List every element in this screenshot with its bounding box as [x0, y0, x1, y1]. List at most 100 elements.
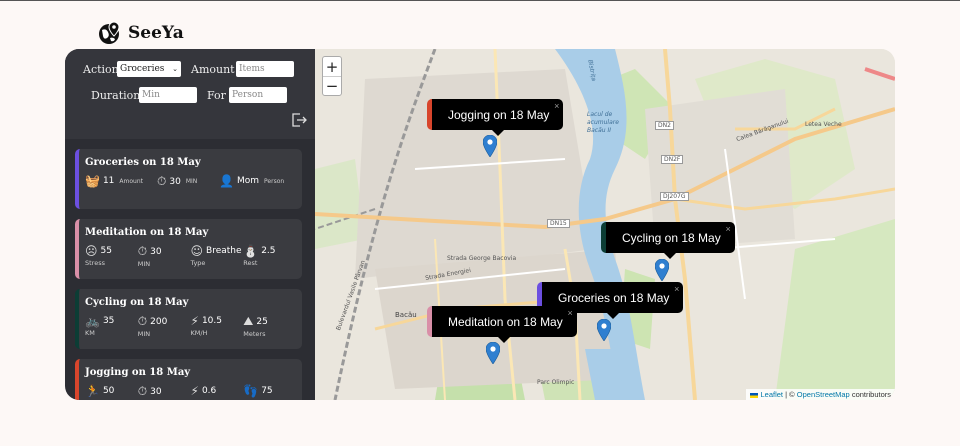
- duration-label: Duration: [91, 88, 141, 102]
- sidebar: Action Groceries ⌄ Amount Items Duration…: [65, 49, 315, 400]
- workout-stat: ⚡ 10.5 KM/H: [191, 314, 244, 338]
- stat-label: MIN: [137, 330, 151, 338]
- map-marker-groceries[interactable]: [597, 319, 611, 341]
- map-label-lake: Lacul de acumulare Bacău II: [587, 111, 619, 134]
- stat-unit: Amount: [119, 177, 143, 185]
- close-icon[interactable]: ×: [725, 224, 730, 234]
- workout-stat: 🚲 35 KM: [85, 314, 138, 338]
- attribution-tail: contributors: [851, 390, 891, 399]
- workout-stat: ⏱ 200 MIN: [138, 314, 191, 338]
- close-icon[interactable]: ×: [567, 308, 572, 318]
- stat-label: KM: [85, 329, 95, 337]
- action-select[interactable]: Groceries ⌄: [117, 61, 181, 77]
- map[interactable]: Lacul de acumulare Bacău II Bistrița DN2…: [315, 49, 895, 400]
- bolt-icon: ⚡: [190, 314, 199, 328]
- stat-label: MIN/KM: [191, 399, 244, 400]
- stat-value: 35: [102, 316, 115, 326]
- for-placeholder: Person: [232, 90, 264, 100]
- brand-name: SeeYa: [128, 23, 184, 43]
- zoom-control: + −: [322, 56, 342, 96]
- close-icon[interactable]: ×: [554, 101, 559, 111]
- osm-link[interactable]: OpenStreetMap: [797, 390, 850, 399]
- stat-label: Rest: [243, 259, 258, 267]
- map-marker-meditation[interactable]: [486, 342, 500, 364]
- stat-label: KM/H: [190, 329, 208, 337]
- basket-icon: 🧺: [85, 174, 100, 188]
- popup-cycling[interactable]: Cycling on 18 May ×: [601, 222, 735, 259]
- stat-label: Stress: [85, 259, 105, 267]
- popup-label: Meditation on 18 May: [448, 314, 563, 329]
- popup-meditation[interactable]: Meditation on 18 May ×: [427, 306, 577, 343]
- workout-stat: ⚡0.6 MIN/KM: [191, 384, 244, 400]
- chevron-down-icon: ⌄: [172, 65, 178, 73]
- map-label-calea: Calea Bărăganului: [735, 117, 790, 144]
- map-label-dn2: DN2: [655, 121, 674, 130]
- map-label-energiei: Strada Energiei: [424, 267, 472, 282]
- mountain-icon: ⛰: [243, 314, 254, 328]
- amount-input[interactable]: Items: [236, 61, 294, 77]
- attribution-sep: | ©: [785, 390, 795, 399]
- workout-list: Groceries on 18 May 🧺 11 Amount ⏱ 30 MIN 👤 Mom Pe…: [75, 149, 302, 400]
- timer-icon: ⏱: [157, 174, 167, 188]
- workout-form: Action Groceries ⌄ Amount Items Duration…: [65, 49, 315, 139]
- map-label-parc: Parc Olimpic: [537, 379, 575, 386]
- workout-stat: 🧺 11 Amount: [85, 174, 157, 189]
- zoom-in-button[interactable]: +: [323, 57, 341, 76]
- close-icon[interactable]: ×: [674, 284, 679, 294]
- for-label: For: [207, 88, 226, 102]
- action-label: Action: [83, 62, 119, 76]
- map-label-dn2f: DN2F: [661, 155, 684, 164]
- workout-stat: ⏱30MIN: [138, 384, 191, 400]
- workout-card[interactable]: Meditation on 18 May ☹ 55 Stress ⏱ 30 MIN ☺ Brea…: [75, 219, 302, 279]
- globe-pin-icon: [99, 21, 120, 44]
- app-container: Action Groceries ⌄ Amount Items Duration…: [65, 49, 895, 400]
- stat-value: 30: [150, 246, 162, 257]
- for-input[interactable]: Person: [229, 87, 287, 103]
- action-select-value: Groceries: [120, 64, 165, 74]
- stat-label: MIN: [137, 260, 151, 268]
- timer-icon: ⏱: [137, 384, 148, 398]
- stat-value: 50: [102, 386, 115, 396]
- stat-value: 0.6: [201, 386, 217, 396]
- workout-card[interactable]: Groceries on 18 May 🧺 11 Amount ⏱ 30 MIN 👤 Mom Pe…: [75, 149, 302, 209]
- timer-icon: ⏱: [137, 314, 148, 328]
- leaflet-link[interactable]: Leaflet: [760, 390, 783, 399]
- stat-value: 55: [100, 246, 112, 256]
- workout-card-title: Cycling on 18 May: [85, 297, 189, 308]
- map-label-george: Strada George Bacovia: [447, 255, 517, 262]
- workout-stats: 🏃50 KM⏱30MIN⚡0.6 MIN/KM👣75 SPM: [85, 384, 296, 400]
- workout-stats: ☹ 55 Stress ⏱ 30 MIN ☺ Breathe Type ⛄ 2.5 Rest: [85, 244, 296, 268]
- map-marker-jogging[interactable]: [483, 135, 497, 157]
- workout-stat: ⛰ 25 Meters: [243, 314, 296, 338]
- brand: SeeYa: [98, 21, 184, 45]
- map-label-dn15: DN15: [547, 219, 570, 228]
- map-label-letea: Letea Veche: [805, 121, 842, 128]
- popup-jogging[interactable]: Jogging on 18 May ×: [427, 99, 564, 136]
- amount-label: Amount: [191, 62, 235, 76]
- stat-value: 30: [150, 386, 162, 397]
- map-label-bacau: Bacău: [395, 311, 417, 319]
- duration-input[interactable]: Min: [139, 87, 197, 103]
- stat-value: 25: [256, 316, 268, 327]
- person-icon: 👤: [219, 174, 234, 188]
- amount-placeholder: Items: [239, 64, 265, 74]
- map-marker-cycling[interactable]: [655, 259, 669, 281]
- stat-value: 10.5: [201, 316, 222, 326]
- workout-card[interactable]: Cycling on 18 May 🚲 35 KM ⏱ 200 MIN ⚡ 10.5 KM/H ⛰ 2…: [75, 289, 302, 349]
- logout-icon[interactable]: [291, 113, 307, 127]
- map-label-dj207g: DJ207G: [660, 192, 689, 201]
- workout-card[interactable]: Jogging on 18 May 🏃50 KM⏱30MIN⚡0.6 MIN/KM👣7…: [75, 359, 302, 400]
- workout-stat: 🏃50 KM: [85, 384, 138, 400]
- map-label-bd-vasile: Bulevardul Vasile Pârvan: [335, 259, 367, 332]
- stat-value: Breathe: [206, 246, 242, 256]
- stat-value: 2.5: [261, 246, 276, 256]
- duration-placeholder: Min: [142, 90, 160, 100]
- stat-value: 200: [150, 316, 168, 327]
- stat-value: 30: [169, 176, 181, 187]
- timer-icon: ⏱: [137, 244, 148, 258]
- zoom-out-button[interactable]: −: [323, 76, 341, 95]
- footprints-icon: 👣: [243, 384, 259, 398]
- angry-face-icon: ☹: [85, 244, 98, 258]
- stat-unit: Person: [264, 177, 285, 185]
- workout-stat: ⏱30MIN: [157, 174, 219, 189]
